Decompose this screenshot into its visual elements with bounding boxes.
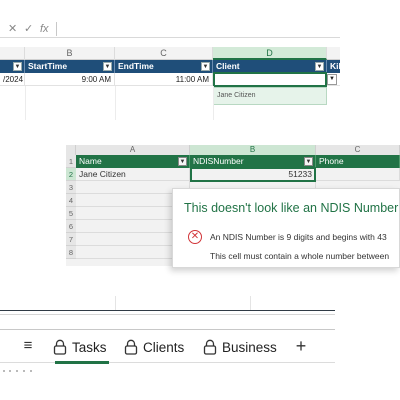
column-header-b[interactable]: B <box>25 47 115 60</box>
top-spreadsheet: ✕ ✓ fx B C D ▼ StartTime ▼ EndTime ▼ Cli… <box>0 20 340 120</box>
column-headers: A B C <box>66 145 400 155</box>
column-header-b[interactable]: B <box>190 145 316 155</box>
sheet-tabs-area: ≡ Tasks Clients Business + <box>0 296 335 400</box>
gridline <box>115 86 116 120</box>
gridline <box>250 296 251 310</box>
tab-label: Tasks <box>72 339 107 355</box>
gridline <box>115 296 116 310</box>
formula-bar-divider <box>56 22 57 36</box>
row-header-7[interactable]: 7 <box>66 233 76 246</box>
fx-icon[interactable]: fx <box>40 22 49 36</box>
tab-label: Clients <box>143 339 185 355</box>
row-header-4[interactable]: 4 <box>66 194 76 207</box>
filter-dropdown-icon[interactable]: ▼ <box>103 62 112 71</box>
sheet-tab-bar: ≡ Tasks Clients Business + <box>0 329 335 364</box>
column-header-a[interactable]: A <box>76 145 190 155</box>
tab-clients[interactable]: Clients <box>124 335 184 359</box>
cell-endtime[interactable]: 11:00 AM <box>115 73 213 86</box>
header-label: StartTime <box>28 61 68 71</box>
column-header-d[interactable]: D <box>213 47 327 60</box>
header-label: Client <box>216 61 240 71</box>
filter-dropdown-icon[interactable]: ▼ <box>315 62 324 71</box>
header-cell-kilometres[interactable]: Kilo <box>327 60 340 73</box>
row-header-2[interactable]: 2 <box>66 168 76 181</box>
row-header-3[interactable]: 3 <box>66 181 76 194</box>
cell-name[interactable]: Jane Citizen <box>76 168 190 181</box>
grid-border <box>0 310 335 311</box>
filter-dropdown-icon[interactable]: ▼ <box>13 62 22 71</box>
lock-icon <box>124 339 138 355</box>
header-cell-endtime[interactable]: EndTime ▼ <box>115 60 213 73</box>
header-label: EndTime <box>118 61 154 71</box>
active-cell-ndisnumber[interactable] <box>190 167 316 182</box>
cell-date[interactable]: /2024 <box>0 73 25 86</box>
header-cell-phone[interactable]: Phone <box>316 155 400 168</box>
filter-dropdown-icon[interactable]: ▼ <box>201 62 210 71</box>
gridline <box>25 86 26 120</box>
select-all-corner[interactable] <box>66 145 76 155</box>
error-message-detail: This cell must contain a whole number be… <box>210 251 390 261</box>
row-header-5[interactable]: 5 <box>66 207 76 220</box>
header-label: Phone <box>319 156 344 166</box>
hamburger-menu-icon[interactable]: ≡ <box>20 336 36 356</box>
plus-icon[interactable]: + <box>292 334 310 358</box>
formula-bar: ✕ ✓ fx <box>0 20 340 38</box>
lock-icon <box>203 339 217 355</box>
filter-dropdown-icon[interactable]: ▼ <box>304 157 313 166</box>
tab-tasks[interactable]: Tasks <box>53 335 109 364</box>
cell-dropdown-arrow-icon[interactable]: ▼ <box>327 74 337 85</box>
tab-business[interactable]: Business <box>203 335 277 359</box>
tab-label: Business <box>222 339 277 355</box>
validation-error-dialog: This doesn't look like an NDIS Number ✕ … <box>172 188 400 268</box>
horizontal-scrollbar[interactable] <box>0 368 60 374</box>
row-header-6[interactable]: 6 <box>66 220 76 233</box>
column-header-c[interactable]: C <box>316 145 400 155</box>
gridline <box>213 86 214 120</box>
cell-phone[interactable] <box>316 168 400 181</box>
row-header-8[interactable]: 8 <box>66 246 76 259</box>
active-cell-client[interactable] <box>213 72 327 87</box>
cell-starttime[interactable]: 9:00 AM <box>25 73 115 86</box>
header-cell-starttime[interactable]: StartTime ▼ <box>25 60 115 73</box>
lock-icon <box>53 339 67 355</box>
row-header-1[interactable]: 1 <box>66 155 76 168</box>
column-header-c[interactable]: C <box>115 47 213 60</box>
filter-dropdown-icon[interactable]: ▼ <box>178 157 187 166</box>
header-cell-name[interactable]: Name ▼ <box>76 155 190 168</box>
error-message: An NDIS Number is 9 digits and begins wi… <box>210 232 387 242</box>
header-cell-date[interactable]: ▼ <box>0 60 25 73</box>
cancel-formula-icon[interactable]: ✕ <box>8 22 17 36</box>
column-headers: B C D <box>0 47 340 60</box>
header-label: NDISNumber <box>193 156 244 166</box>
error-circle-icon: ✕ <box>188 230 202 244</box>
column-header-a[interactable] <box>0 47 25 60</box>
column-header-e[interactable] <box>327 47 340 60</box>
confirm-formula-icon[interactable]: ✓ <box>24 22 33 36</box>
error-title: This doesn't look like an NDIS Number <box>184 201 399 215</box>
dropdown-option-jane-citizen[interactable]: Jane Citizen <box>213 87 327 105</box>
header-label: Name <box>79 156 102 166</box>
gridline <box>0 314 335 315</box>
